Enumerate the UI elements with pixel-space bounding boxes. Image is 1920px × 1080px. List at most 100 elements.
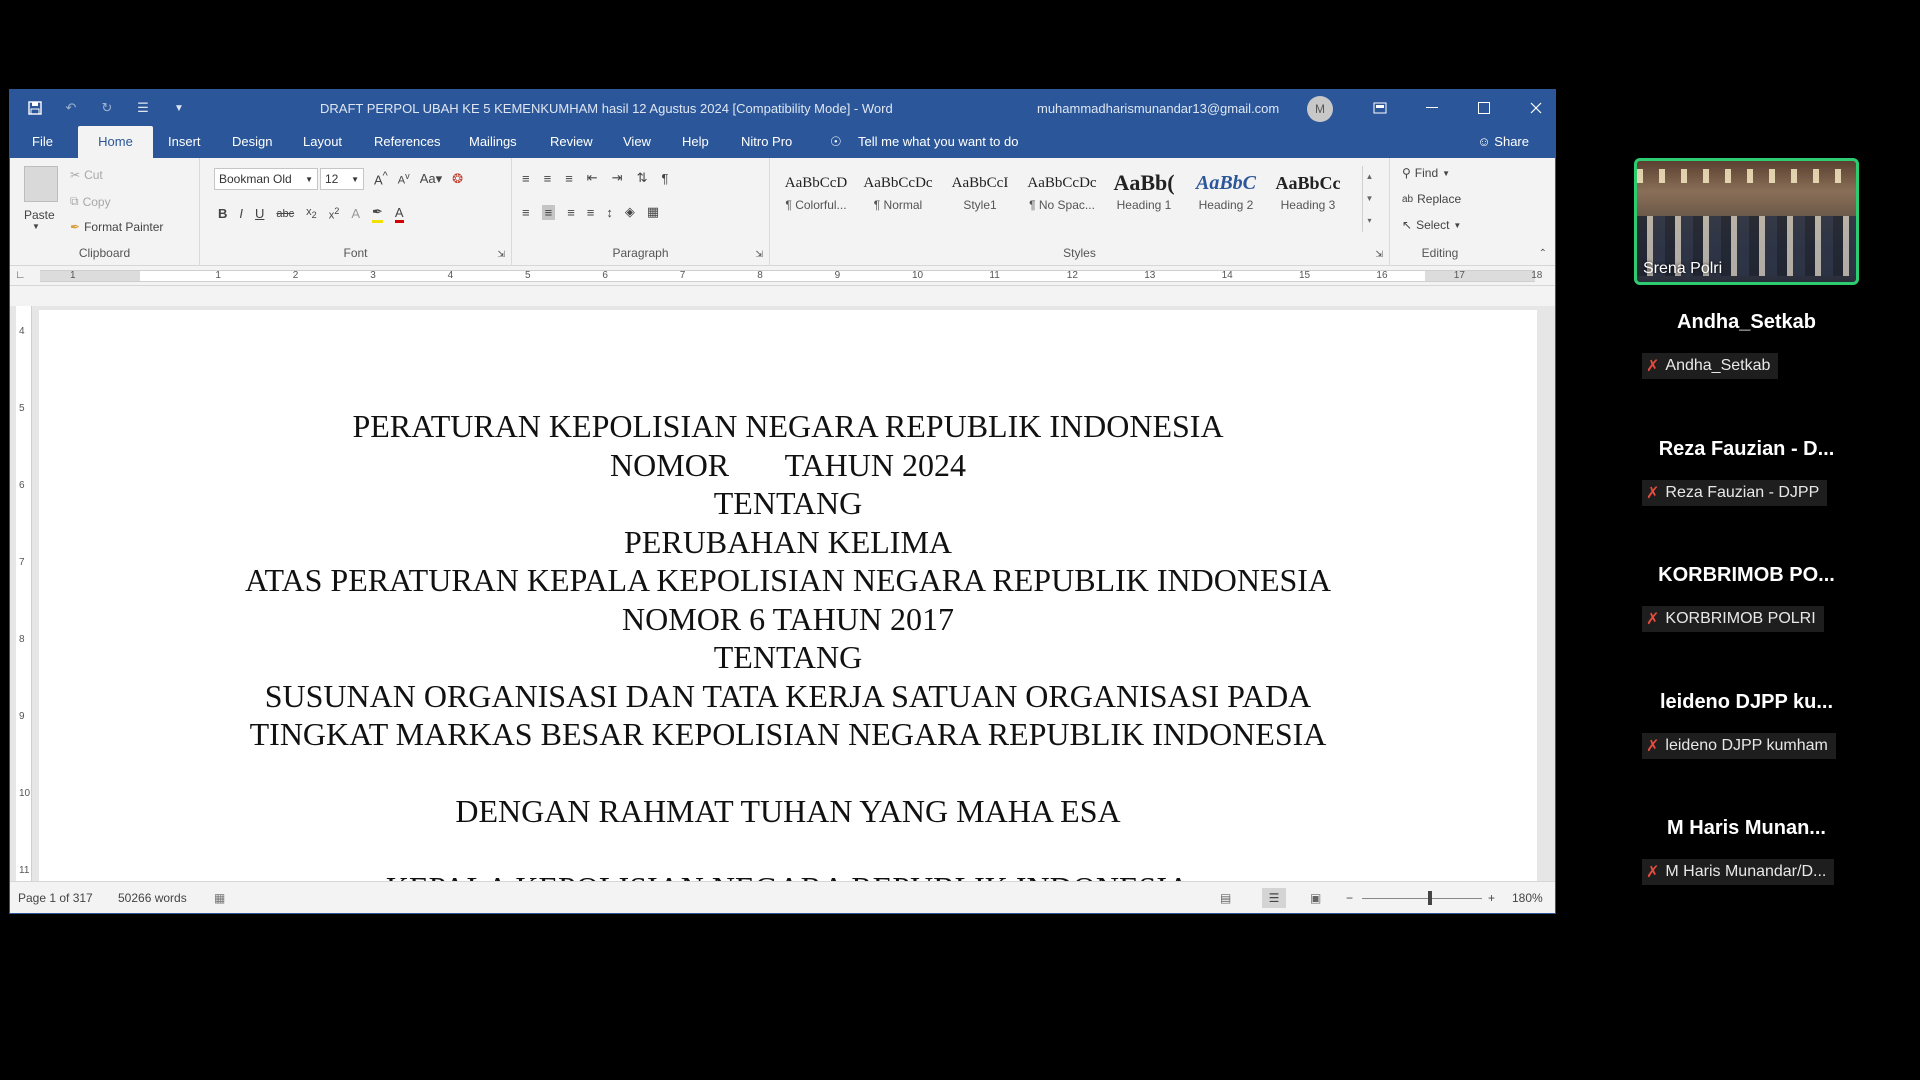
style-style1[interactable]: AaBbCcI Style1 <box>940 168 1020 226</box>
document-line[interactable]: PERATURAN KEPOLISIAN NEGARA REPUBLIK IND… <box>39 407 1537 446</box>
participant-tile[interactable]: Andha_Setkab ✗ Andha_Setkab <box>1634 285 1859 412</box>
zoom-slider-track[interactable] <box>1362 898 1482 899</box>
document-line[interactable] <box>39 831 1537 870</box>
participant-tile[interactable]: leideno DJPP ku... ✗ leideno DJPP kumham <box>1634 665 1859 792</box>
style-no-spacing[interactable]: AaBbCcDc ¶ No Spac... <box>1022 168 1102 226</box>
document-line[interactable]: TINGKAT MARKAS BESAR KEPOLISIAN NEGARA R… <box>39 715 1537 754</box>
participant-tile[interactable]: Reza Fauzian - D... ✗ Reza Fauzian - DJPP <box>1634 412 1859 539</box>
print-layout-icon[interactable]: ☰ <box>1262 888 1286 908</box>
shading-icon[interactable]: ◈ <box>625 204 635 220</box>
tell-me-search[interactable]: Tell me what you want to do <box>850 126 1026 158</box>
zoom-in-icon[interactable]: + <box>1488 891 1495 905</box>
tab-layout[interactable]: Layout <box>295 126 350 158</box>
highlight-icon[interactable]: ✒ <box>372 204 383 223</box>
vertical-ruler[interactable]: 4 5 6 7 8 9 10 11 <box>16 306 32 882</box>
customize-qat-icon[interactable]: ▼ <box>168 97 190 119</box>
sort-icon[interactable]: ⇅ <box>637 170 648 186</box>
maximize-icon[interactable] <box>1458 90 1510 126</box>
redo-icon[interactable]: ↻ <box>96 97 118 119</box>
account-email[interactable]: muhammadharismunandar13@gmail.com <box>1037 101 1279 116</box>
show-hide-icon[interactable]: ¶ <box>662 171 669 186</box>
style-heading-1[interactable]: AaBb(Heading 1 <box>1104 168 1184 226</box>
paste-button[interactable]: Paste <box>24 208 55 222</box>
collapse-ribbon-icon[interactable]: ⌃ <box>1539 248 1547 259</box>
horizontal-ruler[interactable]: ∟ 1 1 2 3 4 5 6 7 8 9 10 11 12 13 14 15 16 17 18 <box>10 266 1555 286</box>
increase-indent-icon[interactable]: ⇥ <box>612 170 623 186</box>
shrink-font-icon[interactable]: Av <box>398 171 410 187</box>
line-spacing-icon[interactable]: ↕ <box>606 205 613 220</box>
paste-icon[interactable] <box>24 166 58 202</box>
select-button[interactable]: ↖ Select ▼ <box>1402 218 1461 232</box>
tab-view[interactable]: View <box>615 126 659 158</box>
align-right-icon[interactable]: ≡ <box>567 205 575 220</box>
borders-icon[interactable]: ▦ <box>647 204 659 220</box>
document-line[interactable]: PERUBAHAN KELIMA <box>39 523 1537 562</box>
active-speaker-video[interactable]: Srena Polri <box>1634 158 1859 285</box>
align-left-icon[interactable]: ≡ <box>522 205 530 220</box>
justify-icon[interactable]: ≡ <box>587 205 595 220</box>
style-heading-2[interactable]: AaBbC Heading 2 <box>1186 168 1266 226</box>
bullets-icon[interactable]: ≡ <box>522 171 530 186</box>
styles-scroll[interactable]: ▲ ▼ ▾ <box>1362 166 1376 232</box>
tab-selector-icon[interactable]: ∟ <box>15 269 26 281</box>
style-colorful[interactable]: AaBbCcD ¶ Colorful... <box>776 168 856 226</box>
paste-dropdown-icon[interactable]: ▼ <box>32 222 40 231</box>
tab-review[interactable]: Review <box>542 126 601 158</box>
read-mode-icon[interactable]: ▤ <box>1220 891 1231 905</box>
numbering-icon[interactable]: ≡ <box>544 171 552 186</box>
find-button[interactable]: ⚲ Find ▼ <box>1402 166 1450 180</box>
document-line[interactable]: SUSUNAN ORGANISASI DAN TATA KERJA SATUAN… <box>39 677 1537 716</box>
tab-help[interactable]: Help <box>674 126 717 158</box>
text-effects-icon[interactable]: A <box>351 206 360 221</box>
share-button[interactable]: ☺ Share <box>1477 134 1529 149</box>
undo-icon[interactable]: ↶ <box>60 97 82 119</box>
format-painter-button[interactable]: ✒ Format Painter <box>70 220 163 234</box>
style-heading-3[interactable]: AaBbCc Heading 3 <box>1268 168 1348 226</box>
tab-nitro-pro[interactable]: Nitro Pro <box>733 126 800 158</box>
ribbon-display-options-icon[interactable] <box>1354 90 1406 126</box>
document-line[interactable]: TENTANG <box>39 484 1537 523</box>
document-line[interactable]: ATAS PERATURAN KEPALA KEPOLISIAN NEGARA … <box>39 561 1537 600</box>
participant-tile[interactable]: M Haris Munan... ✗ M Haris Munandar/D... <box>1634 791 1859 918</box>
web-layout-icon[interactable]: ▣ <box>1310 891 1321 905</box>
participant-tile[interactable]: KORBRIMOB PO... ✗ KORBRIMOB POLRI <box>1634 538 1859 665</box>
strikethrough-icon[interactable]: abc <box>276 208 294 220</box>
document-line[interactable] <box>39 754 1537 793</box>
bold-icon[interactable]: B <box>218 206 227 221</box>
decrease-indent-icon[interactable]: ⇤ <box>587 170 598 186</box>
tab-insert[interactable]: Insert <box>160 126 209 158</box>
proofing-icon[interactable]: ▦ <box>214 891 225 905</box>
document-body[interactable]: PERATURAN KEPOLISIAN NEGARA REPUBLIK IND… <box>39 407 1537 882</box>
document-line[interactable]: NOMOR 6 TAHUN 2017 <box>39 600 1537 639</box>
close-icon[interactable] <box>1510 90 1555 126</box>
minimize-icon[interactable] <box>1406 90 1458 126</box>
tab-home[interactable]: Home <box>78 126 153 158</box>
tab-file[interactable]: File <box>24 126 61 158</box>
document-page[interactable]: PERATURAN KEPOLISIAN NEGARA REPUBLIK IND… <box>39 310 1537 882</box>
change-case-button[interactable]: Aa▾ <box>420 171 442 187</box>
font-color-icon[interactable]: A <box>394 205 404 223</box>
zoom-slider-thumb[interactable] <box>1428 891 1432 905</box>
font-size-select[interactable]: 12 ▼ <box>320 168 364 190</box>
document-line[interactable]: TENTANG <box>39 638 1537 677</box>
superscript-icon[interactable]: x2 <box>329 206 340 222</box>
cut-button[interactable]: ✂ Cut <box>70 168 103 182</box>
tab-design[interactable]: Design <box>224 126 280 158</box>
save-icon[interactable] <box>24 97 46 119</box>
document-line[interactable]: DENGAN RAHMAT TUHAN YANG MAHA ESA <box>39 792 1537 831</box>
copy-button[interactable]: ⧉ Copy <box>70 194 111 209</box>
zoom-level[interactable]: 180% <box>1512 891 1543 905</box>
replace-button[interactable]: ab Replace <box>1402 192 1461 206</box>
list-icon[interactable]: ☰ <box>132 97 154 119</box>
zoom-out-icon[interactable]: − <box>1346 891 1353 905</box>
avatar[interactable]: M <box>1307 96 1333 122</box>
tab-mailings[interactable]: Mailings <box>461 126 525 158</box>
font-name-select[interactable]: Bookman Old ▼ <box>214 168 318 190</box>
document-line[interactable]: NOMOR TAHUN 2024 <box>39 446 1537 485</box>
word-count[interactable]: 50266 words <box>118 891 187 905</box>
page-count[interactable]: Page 1 of 317 <box>18 891 93 905</box>
subscript-icon[interactable]: x2 <box>306 206 317 220</box>
grow-font-icon[interactable]: A^ <box>374 170 388 187</box>
align-center-icon[interactable]: ≡ <box>541 204 556 220</box>
clear-formatting-icon[interactable]: ❂ <box>452 171 463 187</box>
